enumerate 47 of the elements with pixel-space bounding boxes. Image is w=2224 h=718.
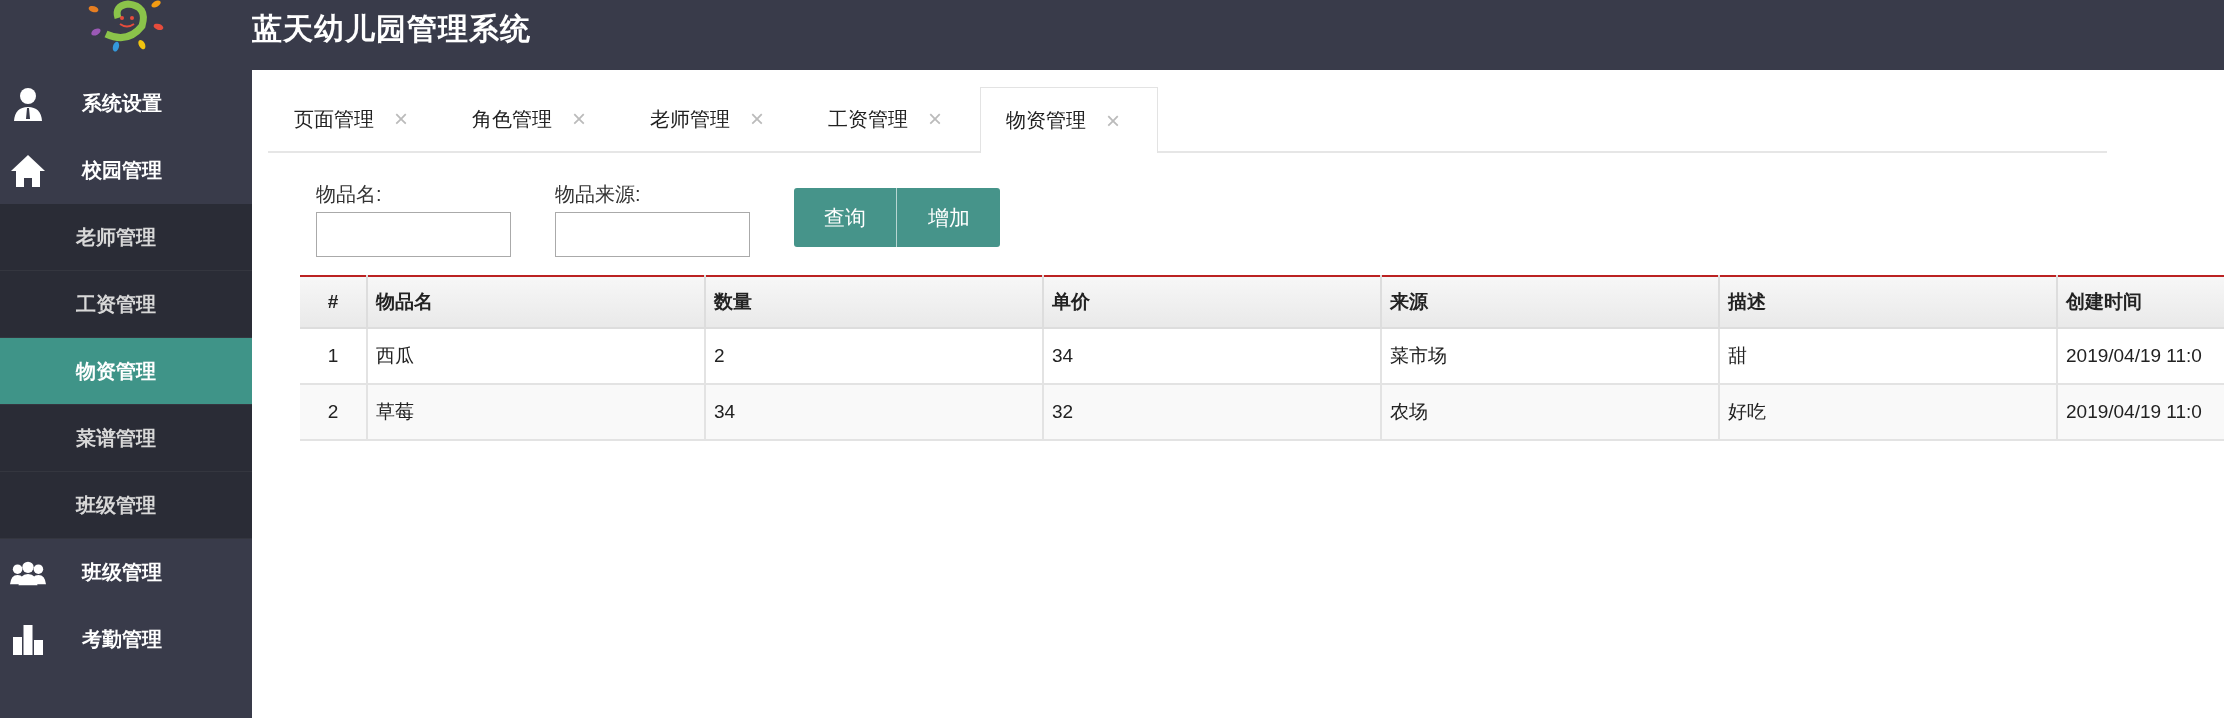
- field-label: 物品名:: [316, 182, 383, 207]
- table-cell: 1: [300, 328, 367, 384]
- action-button[interactable]: 查询: [794, 188, 897, 247]
- sidebar-subitem[interactable]: 菜谱管理: [0, 405, 252, 472]
- table-cell: 32: [1043, 384, 1381, 440]
- column-header: 来源: [1381, 276, 1719, 328]
- table-cell: 34: [705, 384, 1043, 440]
- tab[interactable]: 物资管理 ×: [980, 87, 1158, 153]
- tab-label: 页面管理: [294, 106, 374, 132]
- table-cell: 西瓜: [367, 328, 705, 384]
- tab-label: 老师管理: [650, 106, 730, 132]
- sidebar-item[interactable]: 校园管理: [0, 137, 252, 204]
- table-cell: 2: [300, 384, 367, 440]
- table-cell: 甜: [1719, 328, 2057, 384]
- column-header: 单价: [1043, 276, 1381, 328]
- tab-label: 角色管理: [472, 106, 552, 132]
- table-cell: 草莓: [367, 384, 705, 440]
- table-cell: 2: [705, 328, 1043, 384]
- table-cell: 2019/04/19 11:0: [2057, 328, 2224, 384]
- table-cell: 菜市场: [1381, 328, 1719, 384]
- column-header: 创建时间: [2057, 276, 2224, 328]
- sidebar-subitem[interactable]: 物资管理: [0, 338, 252, 405]
- action-button[interactable]: 增加: [897, 188, 1000, 247]
- bar-chart-icon: [12, 624, 44, 655]
- sidebar-subitem[interactable]: 工资管理: [0, 271, 252, 338]
- sidebar-item[interactable]: 班级管理: [0, 539, 252, 606]
- person-icon: [13, 86, 43, 121]
- input-field[interactable]: [316, 212, 511, 257]
- column-header: 物品名: [367, 276, 705, 328]
- tab-label: 工资管理: [828, 106, 908, 132]
- column-header: 数量: [705, 276, 1043, 328]
- table-cell: 好吃: [1719, 384, 2057, 440]
- app-title: 蓝天幼儿园管理系统: [252, 10, 531, 47]
- people-icon: [10, 559, 46, 586]
- table-cell: 34: [1043, 328, 1381, 384]
- sidebar-item[interactable]: 考勤管理: [0, 606, 252, 673]
- sidebar-subitem[interactable]: 老师管理: [0, 204, 252, 271]
- table-cell: 农场: [1381, 384, 1719, 440]
- input-field[interactable]: [555, 212, 750, 257]
- sidebar-item[interactable]: 系统设置: [0, 70, 252, 137]
- tab-label: 物资管理: [1006, 108, 1086, 133]
- sidebar-subitem[interactable]: 班级管理: [0, 472, 252, 539]
- table-cell: 2019/04/19 11:0: [2057, 384, 2224, 440]
- column-header: #: [300, 276, 367, 328]
- column-header: 描述: [1719, 276, 2057, 328]
- home-icon: [10, 153, 46, 188]
- field-label: 物品来源:: [555, 182, 642, 207]
